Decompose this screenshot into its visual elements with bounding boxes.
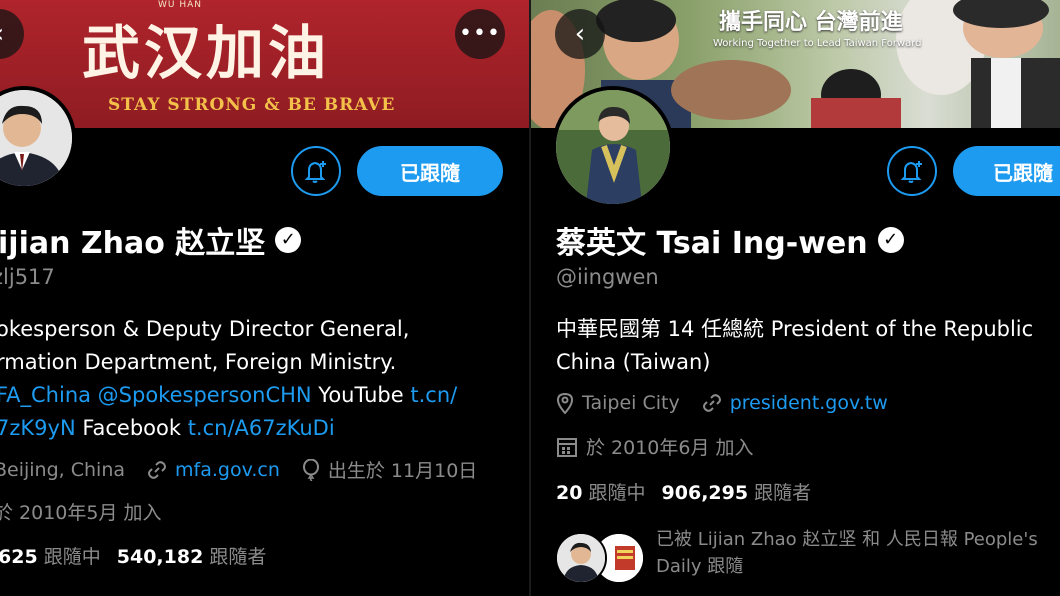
follow-stats: 20 跟隨中 906,295 跟隨者 xyxy=(556,478,811,505)
banner-slogan-en: Working Together to Lead Taiwan Forward xyxy=(713,38,922,49)
bell-plus-icon xyxy=(304,161,326,183)
profile-meta-row: Taipei City president.gov.tw xyxy=(556,392,888,414)
location-text: Taipei City xyxy=(582,392,680,414)
bio-line: 中華民國第 14 任總統 President of the Republic xyxy=(556,317,1034,341)
bio-line: China (Taiwan) xyxy=(556,350,711,374)
link-icon xyxy=(702,393,722,413)
joined-row: 於 2010年6月 加入 xyxy=(556,433,754,460)
bio-facebook-link[interactable]: t.cn/A67zKuDi xyxy=(188,416,335,440)
website-link[interactable]: mfa.gov.cn xyxy=(175,459,280,481)
following-stat[interactable]: 625 跟隨中 xyxy=(0,546,107,568)
profile-handle: zlj517 xyxy=(0,265,55,289)
profile-name: ijian Zhao 赵立坚 ✓ xyxy=(0,218,302,262)
more-dots-icon: ••• xyxy=(459,21,501,46)
follow-stats: 625 跟隨中 540,182 跟隨者 xyxy=(0,542,266,569)
verified-badge-icon: ✓ xyxy=(275,227,302,253)
more-options-button[interactable]: ••• xyxy=(455,9,505,59)
following-button[interactable]: 已跟隨 xyxy=(953,146,1060,196)
banner-slogan-cn: 攜手同心 台灣前進 xyxy=(719,10,903,35)
back-button[interactable]: ‹ xyxy=(555,9,605,59)
profile-meta-row: Beijing, China mfa.gov.cn 出生於 11月10日 xyxy=(0,456,477,483)
bio-line: FA_China @SpokespersonCHN YouTube t.cn/ xyxy=(0,379,457,412)
balloon-icon xyxy=(302,458,320,481)
back-arrow-icon: ‹ xyxy=(0,21,4,47)
banner-calligraphy: 武汉加油 xyxy=(82,19,331,87)
following-button[interactable]: 已跟隨 xyxy=(357,146,503,196)
display-name: ijian Zhao 赵立坚 xyxy=(0,226,266,261)
location-text: Beijing, China xyxy=(0,458,126,481)
link-icon xyxy=(147,460,167,480)
profile-handle: @iingwen xyxy=(556,265,659,289)
avatar[interactable] xyxy=(552,86,674,208)
followed-by-text[interactable]: 已被 Lijian Zhao 赵立坚 和 人民日報 People's Daily… xyxy=(656,526,1060,580)
joined-text: 於 2010年5月 加入 xyxy=(0,502,162,524)
profile-bio: 中華民國第 14 任總統 President of the Republic C… xyxy=(556,313,1033,379)
display-name: 蔡英文 Tsai Ing-wen xyxy=(556,226,868,261)
following-stat[interactable]: 20 跟隨中 xyxy=(556,482,652,504)
followers-stat[interactable]: 540,182 跟隨者 xyxy=(117,546,267,568)
avatar-image xyxy=(0,90,72,186)
birthday-text: 出生於 11月10日 xyxy=(327,460,478,482)
bio-line: 7zK9yN Facebook t.cn/A67zKuDi xyxy=(0,412,457,445)
notifications-bell-button[interactable] xyxy=(887,146,937,196)
profile-panel-left: WU HAN 武汉加油 STAY STRONG & BE BRAVE ‹ •••… xyxy=(0,0,530,596)
profile-name: 蔡英文 Tsai Ing-wen ✓ xyxy=(556,218,904,262)
bio-line: okesperson & Deputy Director General, xyxy=(0,317,410,341)
location-pin-icon xyxy=(556,392,574,414)
profile-panel-right: 攜手同心 台灣前進 Working Together to Lead Taiwa… xyxy=(531,0,1060,596)
profile-banner: WU HAN 武汉加油 STAY STRONG & BE BRAVE xyxy=(0,0,530,128)
bell-plus-icon xyxy=(900,161,922,183)
joined-row: 於 2010年5月 加入 xyxy=(0,498,162,525)
banner-tagline: STAY STRONG & BE BRAVE xyxy=(108,95,396,115)
bio-mention-link[interactable]: FA_China @SpokespersonCHN xyxy=(0,383,312,407)
bio-youtube-link[interactable]: t.cn/ xyxy=(410,383,457,407)
avatar-image xyxy=(556,90,670,204)
bio-line: rmation Department, Foreign Ministry. xyxy=(0,350,397,374)
calendar-icon xyxy=(556,436,578,458)
verified-badge-icon: ✓ xyxy=(877,227,904,253)
joined-text: 於 2010年6月 加入 xyxy=(586,437,754,459)
followed-by-avatar[interactable] xyxy=(555,532,607,584)
notifications-bell-button[interactable] xyxy=(291,146,341,196)
back-arrow-icon: ‹ xyxy=(574,19,586,49)
profile-bio: okesperson & Deputy Director General, rm… xyxy=(0,313,457,445)
website-link[interactable]: president.gov.tw xyxy=(730,392,888,414)
bio-youtube-link-cont[interactable]: 7zK9yN xyxy=(0,416,76,440)
followers-stat[interactable]: 906,295 跟隨者 xyxy=(662,482,812,504)
